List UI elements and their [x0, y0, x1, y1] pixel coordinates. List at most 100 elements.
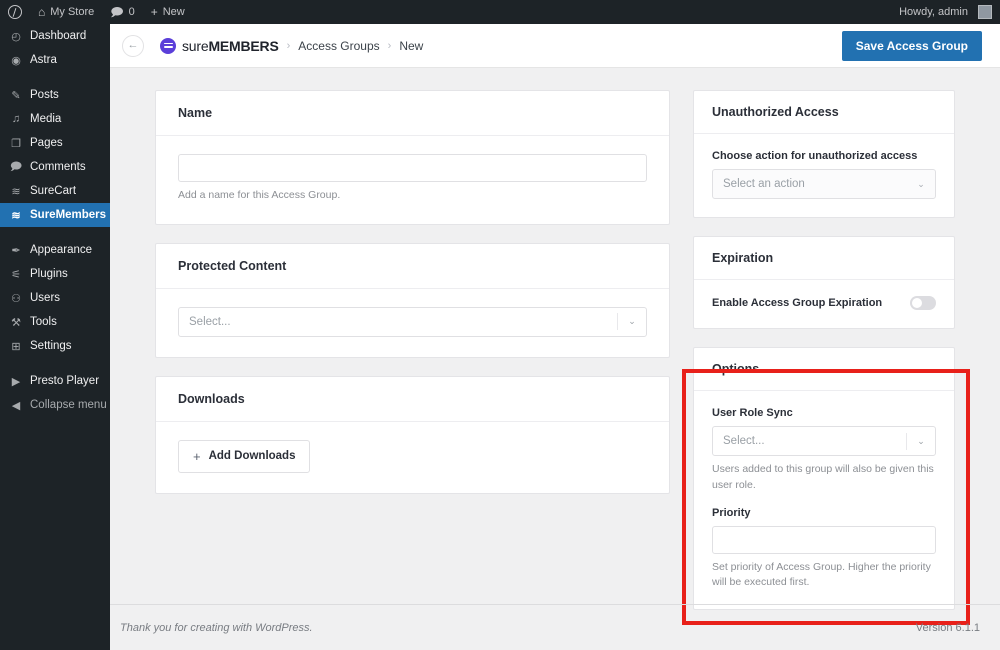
breadcrumb-new: New	[399, 38, 424, 53]
sidebar-item-label: SureCart	[30, 185, 77, 197]
back-button[interactable]: ←	[122, 34, 144, 57]
expiration-toggle-label: Enable Access Group Expiration	[712, 297, 883, 309]
priority-help-text: Set priority of Access Group. Higher the…	[712, 560, 931, 589]
footer-thanks-text: Thank you for creating with WordPress.	[120, 621, 313, 634]
side-column: Unauthorized Access Choose action for un…	[693, 90, 955, 628]
sidebar-item-suremembers[interactable]: ≋ SureMembers	[0, 203, 118, 227]
site-name-menu[interactable]: ⌂ My Store	[30, 0, 102, 24]
access-group-name-input[interactable]	[178, 154, 647, 182]
arrow-left-icon: ←	[127, 39, 139, 51]
brand-wordmark: sureMEMBERS	[182, 38, 279, 54]
downloads-card-body: + Add Downloads	[156, 422, 669, 493]
name-card: Name Add a name for this Access Group.	[155, 90, 670, 225]
sidebar-item-appearance[interactable]: ✒ Appearance	[0, 238, 110, 262]
user-role-sync-select[interactable]: Select... ⌄	[712, 426, 936, 456]
home-icon: ⌂	[38, 5, 46, 19]
site-name-label: My Store	[50, 6, 95, 18]
appearance-icon: ✒	[11, 244, 21, 257]
sidebar-item-astra[interactable]: ◉ Astra	[0, 48, 110, 72]
media-icon: ♫	[11, 113, 21, 125]
options-card-body: User Role Sync Select... ⌄ Users added t…	[694, 391, 954, 609]
sidebar-item-dashboard[interactable]: ◴ Dashboard	[0, 24, 110, 48]
unauthorized-access-card: Unauthorized Access Choose action for un…	[693, 90, 955, 218]
pages-icon: ❐	[11, 137, 21, 150]
settings-icon: ⊞	[11, 340, 21, 353]
downloads-card-header: Downloads	[156, 377, 669, 422]
workspace: Name Add a name for this Access Group. P…	[110, 68, 1000, 625]
protected-content-select[interactable]: Select... ⌄	[178, 306, 647, 337]
sidebar-separator	[0, 227, 110, 238]
user-role-sync-help-text: Users added to this group will also be g…	[712, 463, 934, 491]
wp-logo-menu[interactable]	[0, 0, 30, 24]
sidebar-separator	[0, 358, 110, 369]
unauthorized-action-label: Choose action for unauthorized access	[712, 150, 918, 162]
avatar	[978, 5, 992, 19]
tools-icon: ⚒	[11, 316, 21, 329]
account-menu[interactable]: Howdy, admin	[891, 0, 1000, 24]
sidebar-item-presto-player[interactable]: ▶ Presto Player	[0, 369, 110, 393]
suremembers-header: ← sureMEMBERS › Access Groups › New Save…	[110, 24, 1000, 68]
sidebar-item-collapse-menu[interactable]: ◀ Collapse menu	[0, 393, 110, 417]
sidebar-item-pages[interactable]: ❐ Pages	[0, 131, 110, 155]
user-role-sync-label: User Role Sync	[712, 407, 793, 419]
user-role-sync-select-value: Select...	[723, 435, 765, 447]
comments-menu[interactable]: 🗩 0	[102, 0, 142, 24]
save-access-group-button[interactable]: Save Access Group	[841, 30, 982, 61]
breadcrumb-separator-2: ›	[387, 39, 392, 52]
chevron-down-icon: ⌄	[628, 316, 636, 327]
wordpress-logo-icon	[8, 5, 22, 19]
sidebar-item-label: Plugins	[30, 268, 68, 280]
sidebar-item-label: Presto Player	[30, 375, 100, 387]
sidebar-item-label: Posts	[30, 89, 59, 101]
sidebar-item-settings[interactable]: ⊞ Settings	[0, 334, 110, 358]
wp-admin-bar: ⌂ My Store 🗩 0 + New Howdy, admin	[0, 0, 1000, 24]
suremembers-mark-icon	[160, 37, 176, 54]
expiration-card: Expiration Enable Access Group Expiratio…	[693, 236, 955, 329]
new-label: New	[162, 6, 185, 18]
expiration-toggle-row: Enable Access Group Expiration	[712, 296, 936, 310]
priority-label: Priority	[712, 506, 751, 519]
protected-content-card: Protected Content Select... ⌄	[155, 242, 670, 358]
sidebar-item-tools[interactable]: ⚒ Tools	[0, 310, 110, 334]
plus-icon: +	[150, 5, 158, 19]
admin-sidebar: ◴ Dashboard ◉ Astra ✎ Posts ♫ Media ❐ Pages 🗩 Comme…	[0, 24, 118, 650]
sidebar-item-surecart[interactable]: ≋ SureCart	[0, 179, 110, 203]
expiration-card-header: Expiration	[694, 237, 954, 280]
plugins-icon: ⚟	[11, 268, 21, 281]
sidebar-item-label: Settings	[30, 340, 72, 352]
breadcrumb-access-groups[interactable]: Access Groups	[298, 39, 379, 53]
plus-icon: +	[193, 448, 201, 464]
comment-bubble-icon: 🗩	[110, 5, 124, 19]
unauthorized-access-card-title: Unauthorized Access	[712, 105, 839, 119]
posts-icon: ✎	[11, 89, 21, 102]
content-area: ← sureMEMBERS › Access Groups › New Save…	[110, 24, 1000, 650]
expiration-card-title: Expiration	[712, 251, 774, 265]
priority-input[interactable]	[712, 525, 936, 554]
enable-expiration-toggle[interactable]	[910, 296, 936, 310]
sidebar-item-label: Comments	[30, 161, 86, 173]
unauthorized-access-card-header: Unauthorized Access	[694, 91, 954, 134]
sidebar-item-comments[interactable]: 🗩 Comments	[0, 155, 110, 179]
sidebar-item-media[interactable]: ♫ Media	[0, 107, 110, 131]
dashboard-icon: ◴	[11, 30, 21, 43]
astra-icon: ◉	[11, 54, 21, 67]
sidebar-item-plugins[interactable]: ⚟ Plugins	[0, 262, 110, 286]
unauthorized-action-select[interactable]: Select an action ⌄	[712, 169, 936, 199]
options-card: Options User Role Sync Select... ⌄ Users…	[693, 347, 955, 610]
new-content-menu[interactable]: + New	[143, 0, 193, 24]
unauthorized-action-select-value: Select an action	[723, 178, 805, 190]
add-downloads-button[interactable]: + Add Downloads	[178, 439, 311, 473]
sidebar-item-label: Astra	[30, 54, 57, 66]
protected-content-card-body: Select... ⌄	[156, 289, 669, 357]
name-card-title: Name	[178, 106, 213, 120]
suremembers-logo[interactable]: sureMEMBERS	[160, 37, 279, 54]
greeting-label: Howdy, admin	[899, 6, 968, 18]
sidebar-item-label: Dashboard	[30, 30, 87, 42]
options-card-title: Options	[712, 362, 760, 376]
name-card-body: Add a name for this Access Group.	[156, 136, 669, 224]
presto-player-icon: ▶	[11, 375, 21, 388]
sidebar-item-label: Tools	[30, 316, 57, 328]
sidebar-item-users[interactable]: ⚇ Users	[0, 286, 110, 310]
sidebar-item-posts[interactable]: ✎ Posts	[0, 83, 110, 107]
users-icon: ⚇	[11, 292, 21, 305]
